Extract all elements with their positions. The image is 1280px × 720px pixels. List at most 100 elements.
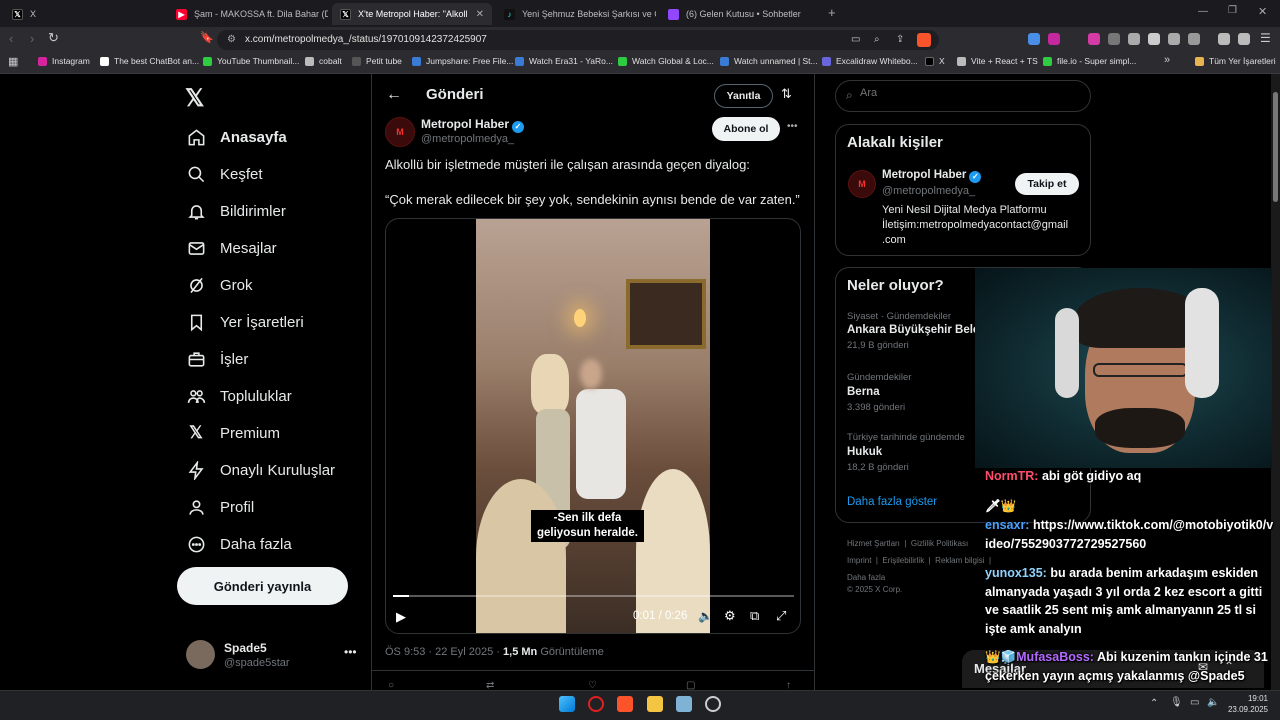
- post-more-icon[interactable]: •••: [787, 121, 798, 132]
- play-icon[interactable]: ▶: [396, 609, 406, 625]
- footer-link[interactable]: Hizmet Şartları: [847, 539, 900, 548]
- tab-youtube[interactable]: ▶ Şam - MAKOSSA ft. Dila Bahar (Direc: [168, 3, 328, 25]
- close-window-icon[interactable]: ✕: [1258, 5, 1267, 18]
- brave-shield-icon[interactable]: [917, 33, 931, 47]
- bookmark-item[interactable]: Vite + React + TS: [957, 56, 1038, 66]
- nav-grok[interactable]: Grok: [186, 271, 253, 299]
- share-icon[interactable]: ⇪: [896, 30, 904, 50]
- file-explorer-icon[interactable]: [647, 696, 663, 712]
- reload-icon[interactable]: ↻: [48, 30, 59, 46]
- video-player[interactable]: -Sen ilk defa geliyosun heralde. ▶ 0:01 …: [385, 218, 801, 634]
- fullscreen-icon[interactable]: ⤢: [776, 608, 786, 624]
- extension-icon[interactable]: [1128, 33, 1140, 45]
- pip-icon[interactable]: ⧉: [750, 608, 759, 624]
- menu-icon[interactable]: ☰: [1260, 31, 1271, 45]
- cast-icon[interactable]: ▭: [851, 30, 860, 50]
- footer-link[interactable]: Erişilebilirlik: [882, 556, 924, 565]
- account-more-icon[interactable]: •••: [344, 645, 357, 659]
- obs-icon[interactable]: [705, 696, 721, 712]
- windows-start-icon[interactable]: [559, 696, 575, 712]
- nav-messages[interactable]: Mesajlar: [186, 234, 277, 262]
- new-tab-button[interactable]: +: [828, 5, 836, 20]
- sidebar-icon[interactable]: [1188, 33, 1200, 45]
- close-tab-icon[interactable]: ✕: [470, 9, 484, 20]
- all-bookmarks-folder[interactable]: Tüm Yer İşaretleri: [1195, 56, 1276, 66]
- microphone-icon[interactable]: 🎙: [1170, 697, 1183, 708]
- bookmark-item[interactable]: Watch unnamed | St...: [720, 56, 818, 66]
- reply-button[interactable]: Yanıtla: [714, 84, 773, 108]
- post-button[interactable]: Gönderi yayınla: [177, 567, 348, 605]
- follow-button[interactable]: Abone ol: [712, 117, 780, 141]
- monitor-icon[interactable]: ▭: [1190, 697, 1199, 708]
- music-icon[interactable]: [1218, 33, 1230, 45]
- extension-icon[interactable]: [1088, 33, 1100, 45]
- nav-premium[interactable]: 𝕏 Premium: [186, 419, 280, 447]
- search-box[interactable]: ⌕: [835, 80, 1091, 112]
- zoom-icon[interactable]: ⌕: [874, 30, 880, 50]
- nav-explore[interactable]: Keşfet: [186, 160, 263, 188]
- vpn-icon[interactable]: [1238, 33, 1250, 45]
- forward-icon[interactable]: ›: [30, 31, 34, 46]
- search-input[interactable]: [860, 87, 1060, 99]
- minimize-icon[interactable]: —: [1198, 6, 1208, 17]
- bookmark-item[interactable]: YouTube Thumbnail...: [203, 56, 299, 66]
- bookmark-item[interactable]: Jumpshare: Free File...: [412, 56, 513, 66]
- footer-link[interactable]: Gizlilik Politikası: [911, 539, 968, 548]
- bookmark-item[interactable]: cobalt: [305, 56, 342, 66]
- relevant-avatar[interactable]: M: [848, 170, 876, 198]
- opera-icon[interactable]: [588, 696, 604, 712]
- back-arrow-icon[interactable]: ←: [386, 86, 402, 104]
- extension-icon[interactable]: [1028, 33, 1040, 45]
- nav-verified-orgs[interactable]: Onaylı Kuruluşlar: [186, 456, 335, 484]
- extension-icon[interactable]: [1148, 33, 1160, 45]
- tab-inbox[interactable]: (6) Gelen Kutusu • Sohbetler: [660, 3, 820, 25]
- apps-grid-icon[interactable]: ▦: [8, 55, 18, 68]
- nav-bookmarks[interactable]: Yer İşaretleri: [186, 308, 304, 336]
- bookmark-item[interactable]: Watch Era31 - YaRo...: [515, 56, 613, 66]
- relevant-name-row[interactable]: Metropol Haber ✓: [882, 169, 982, 183]
- footer-link[interactable]: Daha fazla: [847, 573, 885, 582]
- puzzle-icon[interactable]: [1168, 33, 1180, 45]
- nav-profile[interactable]: Profil: [186, 493, 254, 521]
- nav-notifications[interactable]: Bildirimler: [186, 197, 286, 225]
- bookmark-page-icon[interactable]: 🔖: [200, 31, 214, 44]
- video-progress-track[interactable]: [393, 595, 794, 597]
- tab-x[interactable]: 𝕏 X: [4, 3, 164, 25]
- bookmark-item[interactable]: file.io - Super simpl...: [1043, 56, 1136, 66]
- bookmark-item[interactable]: Instagram: [38, 56, 90, 66]
- avatar[interactable]: [186, 640, 215, 669]
- footer-link[interactable]: Imprint: [847, 556, 871, 565]
- speaker-icon[interactable]: 🔈: [1207, 697, 1219, 708]
- settings-gear-icon[interactable]: ⚙: [724, 608, 736, 624]
- bookmark-item[interactable]: Excalidraw Whitebo...: [822, 56, 918, 66]
- clock[interactable]: 19:01 23.09.2025: [1226, 693, 1268, 715]
- follow-relevant-button[interactable]: Takip et: [1015, 173, 1079, 195]
- x-logo-icon[interactable]: 𝕏: [185, 84, 204, 113]
- bookmark-item[interactable]: The best ChatBot an...: [100, 56, 199, 66]
- author-name-row[interactable]: Metropol Haber ✓: [421, 117, 525, 133]
- nav-more[interactable]: Daha fazla: [186, 530, 292, 558]
- volume-icon[interactable]: 🔈: [698, 609, 713, 623]
- reply-settings-icon[interactable]: ⇅: [781, 86, 792, 102]
- brave-icon[interactable]: [617, 696, 633, 712]
- more-bookmarks-button[interactable]: »: [1164, 54, 1170, 66]
- nav-communities[interactable]: Topluluklar: [186, 382, 292, 410]
- tab-tiktok[interactable]: ♪ Yeni Şehmuz Bebeksi Şarkısı ve Çıkış: [496, 3, 656, 25]
- nav-home[interactable]: Anasayfa: [186, 123, 287, 151]
- author-avatar[interactable]: M: [385, 117, 415, 147]
- show-more-link[interactable]: Daha fazla göster: [847, 496, 937, 508]
- nav-jobs[interactable]: İşler: [186, 345, 248, 373]
- app-icon[interactable]: [676, 696, 692, 712]
- bookmark-item[interactable]: Petit tube: [352, 56, 402, 66]
- maximize-icon[interactable]: ❐: [1228, 5, 1237, 16]
- scrollbar-thumb[interactable]: [1273, 92, 1278, 202]
- bookmark-item[interactable]: X: [925, 56, 945, 66]
- footer-link[interactable]: Reklam bilgisi: [935, 556, 984, 565]
- url-bar[interactable]: ⚙ x.com/metropolmedya_/status/1970109142…: [217, 30, 939, 50]
- extension-icon[interactable]: [1108, 33, 1120, 45]
- tab-active-post[interactable]: 𝕏 X'te Metropol Haber: "Alkollü bir ✕: [332, 3, 492, 25]
- bookmark-item[interactable]: Watch Global & Loc...: [618, 56, 714, 66]
- extension-icon[interactable]: [1048, 33, 1060, 45]
- tray-chevron-icon[interactable]: ⌃: [1150, 698, 1158, 709]
- back-icon[interactable]: ‹: [9, 31, 13, 46]
